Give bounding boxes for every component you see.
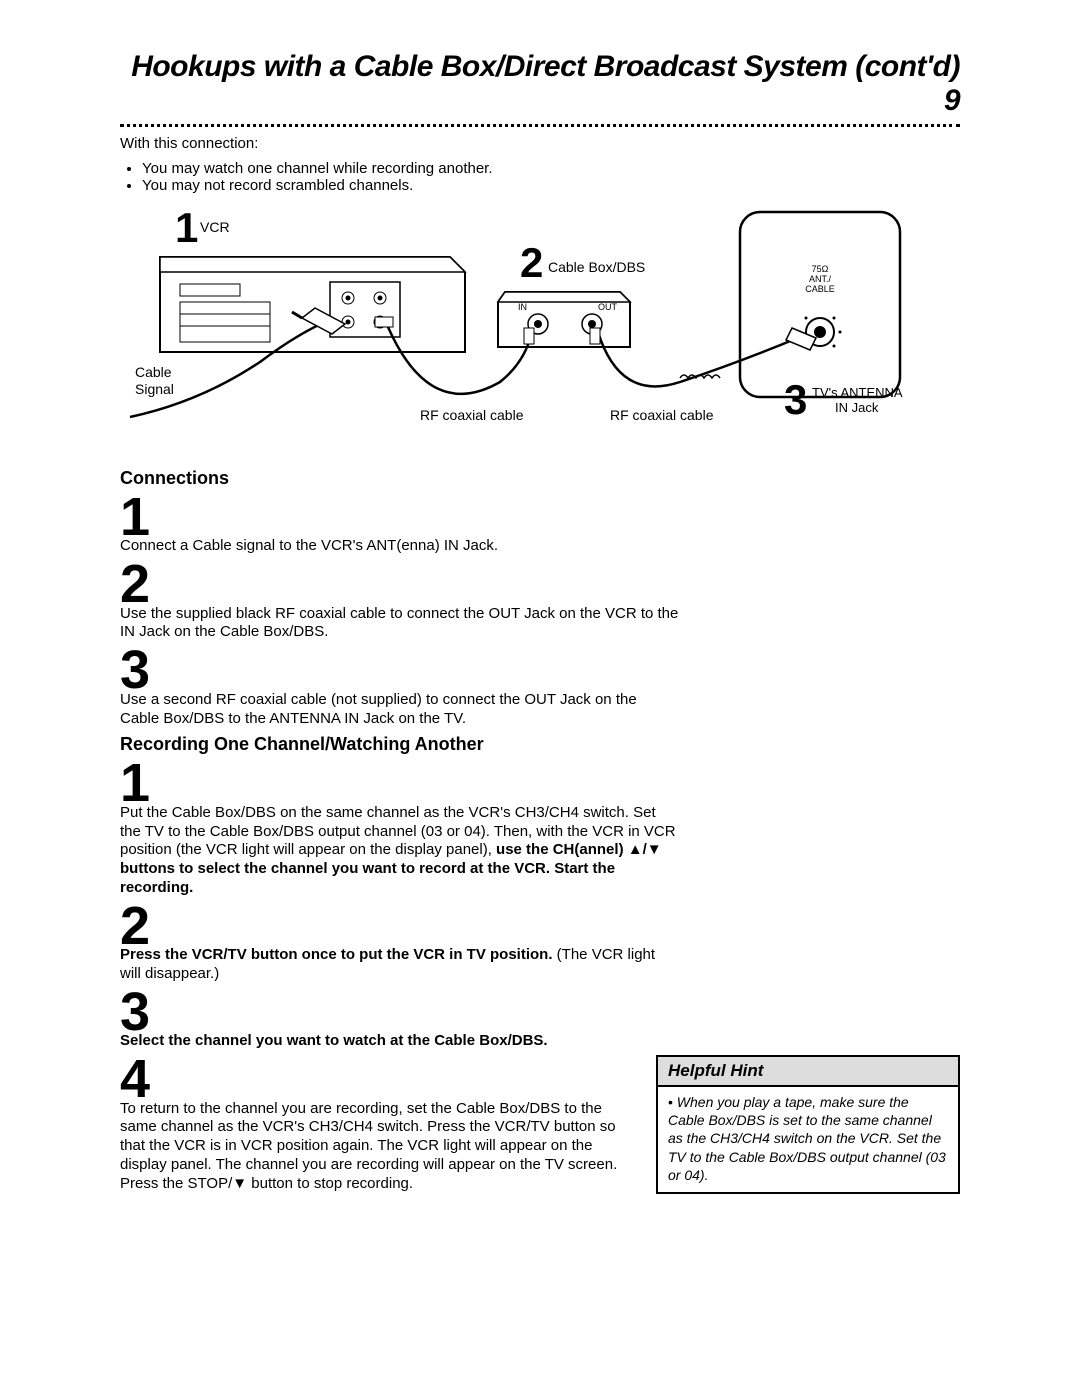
bullet-2: You may not record scrambled channels. [142,177,960,194]
diagram-num-1: 1 [175,204,198,251]
rec-step-3-text: Select the channel you want to watch at … [120,1032,680,1051]
tv-ant-label-a: TV's ANTENNA [812,385,903,400]
intro-line: With this connection: [120,135,960,154]
rec-step-3-num: 3 [120,988,960,1037]
connections-heading: Connections [120,468,960,489]
tv-ant-label-b: IN Jack [835,400,879,415]
tv-panel: 75Ω ANT./ CABLE [740,212,900,397]
conn-step-3-num: 3 [120,646,960,695]
rec2-bold: Press the VCR/TV button once to put the … [120,946,553,963]
cable-box: IN OUT [498,292,630,347]
cablebox-in-label: IN [518,302,527,312]
cable-signal-a: Cable [135,364,172,380]
page: Hookups with a Cable Box/Direct Broadcas… [0,0,1080,1254]
cable-signal-b: Signal [135,381,174,397]
ant-small-b: ANT./ [809,274,832,284]
hookup-diagram: 75Ω ANT./ CABLE IN OUT [120,202,960,462]
helpful-hint-box: Helpful Hint When you play a tape, make … [656,1055,960,1194]
conn-step-3-text: Use a second RF coaxial cable (not suppl… [120,691,680,729]
ant-small-c: CABLE [805,284,835,294]
dotted-rule [120,124,960,127]
rec3-bold: Select the channel you want to watch at … [120,1032,548,1049]
conn-step-1-num: 1 [120,493,960,542]
diagram-num-2: 2 [520,239,543,286]
rec-step-4-num: 4 [120,1055,632,1104]
rf-label-2: RF coaxial cable [610,407,714,423]
rec-step-2-text: Press the VCR/TV button once to put the … [120,946,680,984]
conn-step-1-text: Connect a Cable signal to the VCR's ANT(… [120,537,680,556]
rec-step-1-text: Put the Cable Box/DBS on the same channe… [120,804,680,898]
vcr-back [160,257,465,352]
rec-step-4-text: To return to the channel you are recordi… [120,1100,632,1194]
rec-step-1-num: 1 [120,759,960,808]
diagram-num-3: 3 [784,376,807,423]
bullet-1: You may watch one channel while recordin… [142,160,960,177]
rf-label-1: RF coaxial cable [420,407,524,423]
conn-step-2-num: 2 [120,560,960,609]
conn-step-2-text: Use the supplied black RF coaxial cable … [120,605,680,643]
helpful-hint-heading: Helpful Hint [658,1057,958,1087]
ant-small-a: 75Ω [812,264,829,274]
recording-heading: Recording One Channel/Watching Another [120,734,960,755]
intro-bullets: You may watch one channel while recordin… [120,160,960,194]
cablebox-label: Cable Box/DBS [548,259,645,275]
helpful-hint-body: When you play a tape, make sure the Cabl… [658,1087,958,1192]
page-title: Hookups with a Cable Box/Direct Broadcas… [120,50,960,118]
vcr-label: VCR [200,219,230,235]
cablebox-out-label: OUT [598,302,618,312]
rec-step-2-num: 2 [120,902,960,951]
